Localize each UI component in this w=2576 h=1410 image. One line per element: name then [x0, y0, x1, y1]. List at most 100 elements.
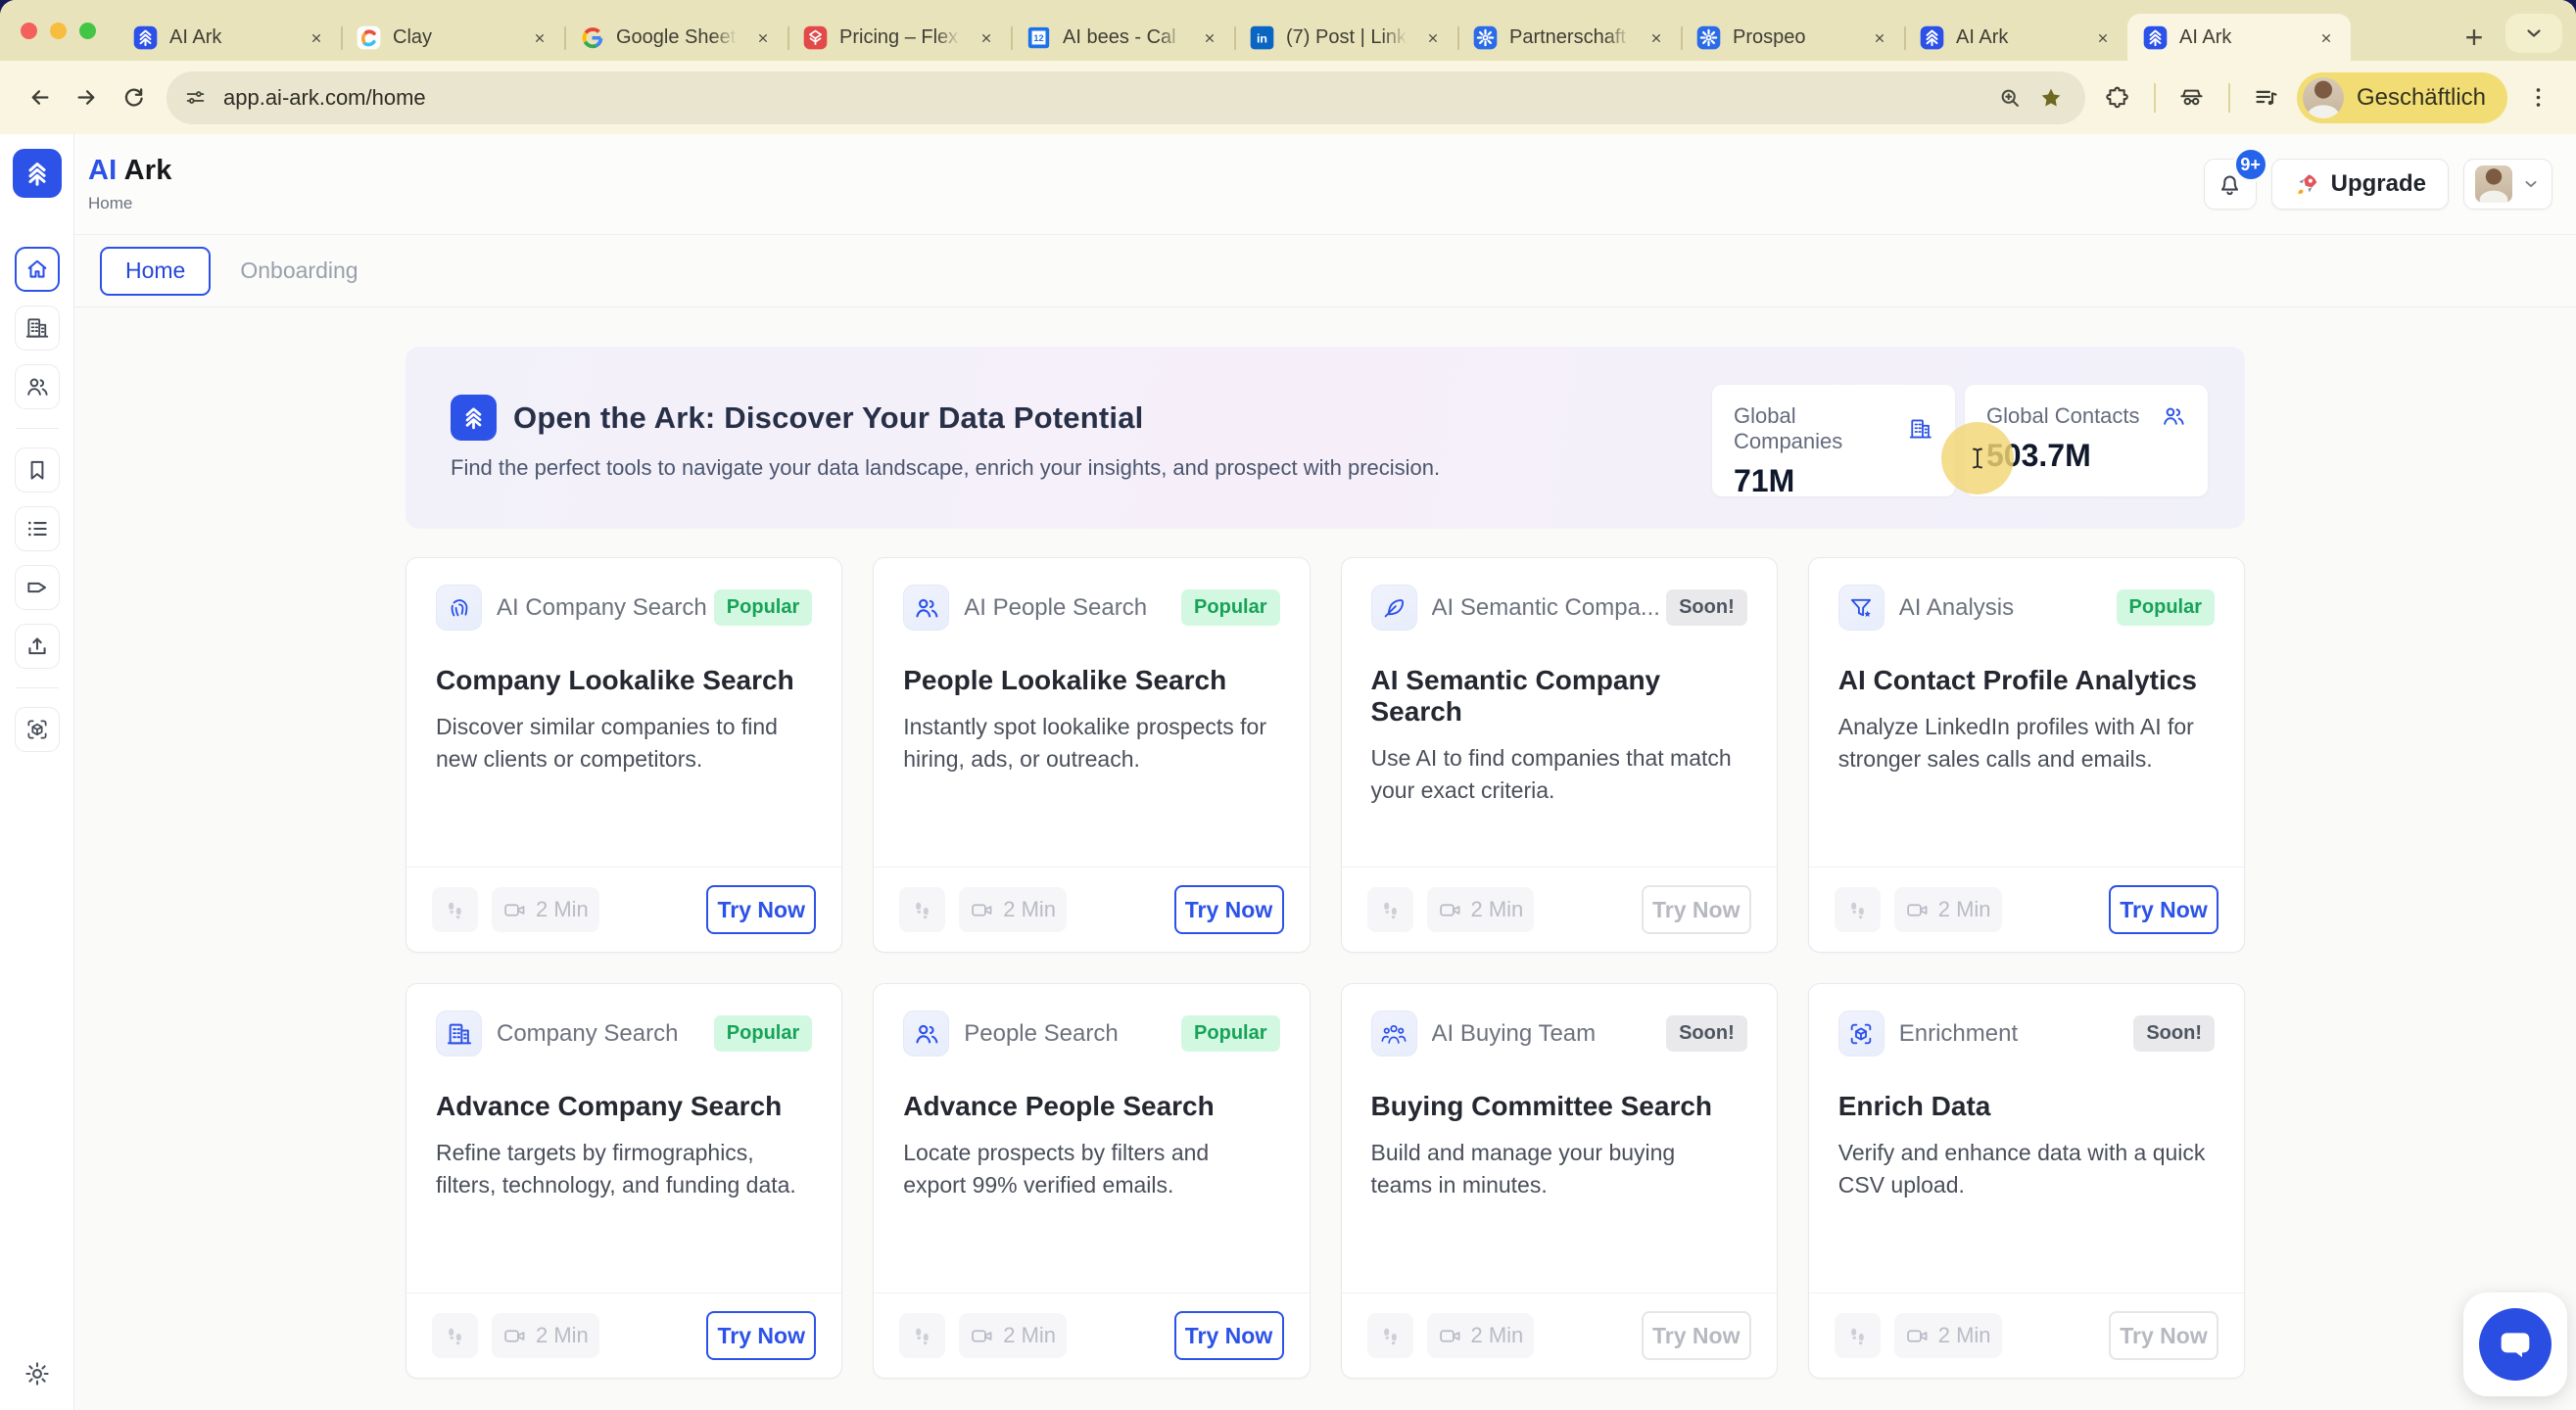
- upgrade-button[interactable]: Upgrade: [2270, 159, 2449, 210]
- close-tab-icon[interactable]: [304, 24, 329, 50]
- tab-list: AI Ark Clay Google Sheet Pricing – Flex …: [118, 0, 2447, 61]
- tool-card-footer: 2 Min Try Now: [1341, 867, 1777, 952]
- flex-fav-icon: [802, 24, 829, 51]
- chat-widget-button[interactable]: [2463, 1292, 2567, 1396]
- zoom-page-button[interactable]: [1989, 77, 2030, 118]
- footsteps-chip: [432, 1313, 478, 1358]
- tool-card-title: Advance People Search: [903, 1091, 1215, 1121]
- clay-fav-icon: [356, 24, 382, 51]
- try-now-button[interactable]: Try Now: [706, 885, 817, 934]
- tag-icon: [24, 575, 50, 600]
- sidebar-item-tags[interactable]: [14, 565, 60, 610]
- close-tab-icon[interactable]: [1420, 24, 1446, 50]
- status-badge: Popular: [713, 1015, 813, 1052]
- incognito-button[interactable]: [2170, 75, 2215, 120]
- tab-label: AI bees - Cal: [1063, 25, 1176, 48]
- account-menu-button[interactable]: [2463, 159, 2552, 210]
- tab-clay[interactable]: Clay: [341, 14, 564, 61]
- tab-home[interactable]: Home: [100, 246, 212, 296]
- brand-ark: Ark: [123, 155, 172, 186]
- brand-ai: AI: [88, 155, 118, 186]
- tab-prospeo[interactable]: Prospeo: [1681, 14, 1904, 61]
- back-button[interactable]: [16, 74, 63, 121]
- tool-card-description: Discover similar companies to find new c…: [436, 714, 778, 772]
- close-tab-icon[interactable]: [2314, 24, 2339, 50]
- browser-profile-chip[interactable]: Geschäftlich: [2296, 71, 2507, 123]
- tab-google-sheet[interactable]: Google Sheet: [564, 14, 787, 61]
- tab-label: AI Ark: [169, 25, 222, 48]
- tab-onboarding[interactable]: Onboarding: [240, 258, 358, 284]
- video-icon: [1905, 1324, 1930, 1348]
- sidebar-item-settings[interactable]: [15, 1351, 60, 1396]
- tab-ai-ark[interactable]: AI Ark: [118, 14, 341, 61]
- gcal-fav-icon: 12: [1026, 24, 1052, 51]
- try-now-button[interactable]: Try Now: [1641, 885, 1751, 934]
- bookmark-page-button[interactable]: [2030, 77, 2072, 118]
- video-icon: [970, 1324, 994, 1348]
- close-tab-icon[interactable]: [1644, 24, 1669, 50]
- media-controls-button[interactable]: [2244, 75, 2289, 120]
- close-window-button[interactable]: [21, 22, 37, 39]
- try-now-button[interactable]: Try Now: [1641, 1311, 1751, 1360]
- profile-avatar: [2302, 76, 2344, 118]
- try-now-button[interactable]: Try Now: [2109, 1311, 2218, 1360]
- try-now-button[interactable]: Try Now: [1173, 885, 1284, 934]
- close-tab-icon[interactable]: [527, 24, 552, 50]
- tab-ai-bees-cal[interactable]: 12 AI bees - Cal: [1011, 14, 1234, 61]
- forward-button[interactable]: [63, 74, 110, 121]
- duration-label: 2 Min: [1937, 1323, 1991, 1347]
- browser-menu-button[interactable]: [2515, 75, 2560, 120]
- page-content: Open the Ark: Discover Your Data Potenti…: [74, 307, 2576, 1410]
- new-tab-button[interactable]: +: [2451, 14, 2498, 61]
- close-tab-icon[interactable]: [2090, 24, 2116, 50]
- tab-ai-ark[interactable]: AI Ark: [1904, 14, 2127, 61]
- tool-card-description: Use AI to find companies that match your…: [1370, 745, 1732, 803]
- sidebar-item-lists[interactable]: [14, 506, 60, 551]
- sidebar-item-contacts[interactable]: [14, 364, 60, 409]
- close-tab-icon[interactable]: [1867, 24, 1892, 50]
- tab-label: Prospeo: [1733, 25, 1806, 48]
- tab-partnerschaft[interactable]: Partnerschaft: [1457, 14, 1681, 61]
- close-tab-icon[interactable]: [750, 24, 776, 50]
- tool-card-label: Company Search: [497, 1019, 679, 1047]
- notifications-button[interactable]: 9+: [2203, 147, 2268, 210]
- ark-fav-icon: [1919, 24, 1945, 51]
- tool-card-ai-semantic-company-search: AI Semantic Compa... Soon! AI Semantic C…: [1340, 557, 1778, 953]
- duration-chip: 2 Min: [492, 887, 599, 932]
- rocket-icon: [2294, 171, 2320, 198]
- try-now-button[interactable]: Try Now: [1173, 1311, 1284, 1360]
- sidebar-item-bookmarks[interactable]: [14, 447, 60, 493]
- close-tab-icon[interactable]: [974, 24, 999, 50]
- try-now-button[interactable]: Try Now: [2109, 885, 2218, 934]
- tool-card-description: Build and manage your buying teams in mi…: [1370, 1140, 1676, 1198]
- sidebar-item-enrichment[interactable]: [14, 707, 60, 752]
- tab-search-button[interactable]: [2505, 14, 2562, 53]
- url-text[interactable]: app.ai-ark.com/home: [223, 85, 1989, 111]
- footsteps-icon: [1845, 898, 1870, 922]
- group-icon: [1370, 1010, 1417, 1057]
- tool-card-title: Company Lookalike Search: [436, 665, 794, 695]
- reload-button[interactable]: [110, 74, 157, 121]
- maximize-window-button[interactable]: [79, 22, 96, 39]
- ark-fav-icon: [132, 24, 159, 51]
- tab-ai-ark-active[interactable]: AI Ark: [2127, 14, 2351, 61]
- tab-pricing-flex[interactable]: Pricing – Flex: [787, 14, 1011, 61]
- try-now-button[interactable]: Try Now: [706, 1311, 817, 1360]
- close-tab-icon[interactable]: [1197, 24, 1222, 50]
- tool-card-advance-company-search: Company Search Popular Advance Company S…: [405, 983, 843, 1379]
- extensions-button[interactable]: [2095, 75, 2140, 120]
- video-icon: [502, 898, 527, 922]
- minimize-window-button[interactable]: [50, 22, 67, 39]
- sidebar-item-export[interactable]: [14, 624, 60, 669]
- tab-7-post-link[interactable]: in (7) Post | Link: [1234, 14, 1457, 61]
- status-badge: Popular: [1181, 589, 1280, 626]
- site-info-button[interactable]: [174, 77, 215, 118]
- address-bar[interactable]: app.ai-ark.com/home: [167, 70, 2085, 124]
- puzzle-icon: [2104, 84, 2130, 111]
- app-logo: [12, 149, 62, 198]
- sidebar-item-companies[interactable]: [14, 306, 60, 351]
- footsteps-icon: [443, 898, 467, 922]
- tool-card-title: Enrich Data: [1837, 1091, 1991, 1121]
- sidebar-item-home[interactable]: [14, 247, 60, 292]
- tool-card-enrich-data: Enrichment Soon! Enrich Data Verify and …: [1807, 983, 2245, 1379]
